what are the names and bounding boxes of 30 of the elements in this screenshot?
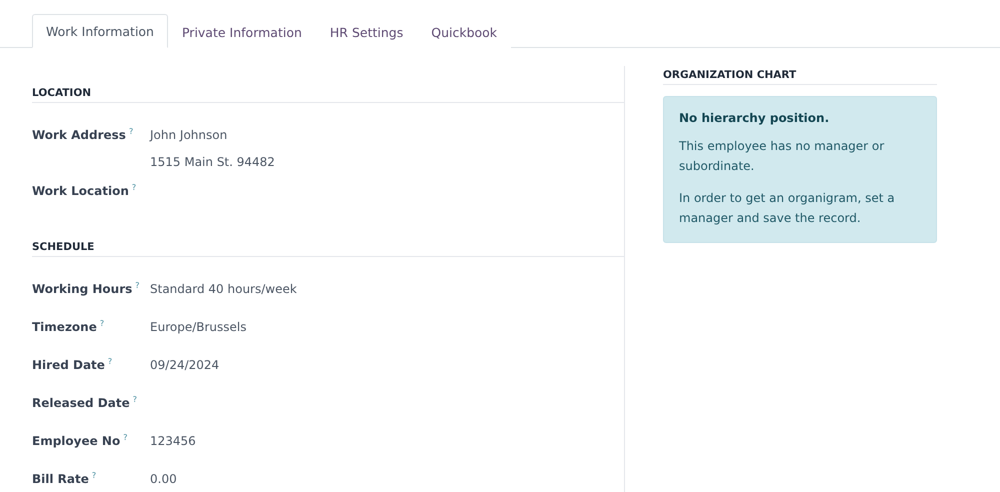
help-mark[interactable]: ? [132,395,137,404]
section-heading: ORGANIZATION CHART [663,67,937,85]
help-mark[interactable]: ? [135,281,140,290]
help-mark[interactable]: ? [123,433,128,442]
section-heading: LOCATION [32,85,624,103]
tab[interactable]: Work Information [32,14,168,48]
field-value: 09/24/2024 [150,358,220,372]
help-mark[interactable]: ? [108,357,112,366]
field-label: Work Location $^{?}$ [32,182,138,198]
field-label: Work Address $^{?}$ [32,126,134,142]
field-label: Timezone $^{?}$ [32,318,106,334]
alert-text: In order to get an organigram, set a manager and save the record. [679,190,896,227]
field-label: Released Date $^{?}$ [32,394,138,410]
help-mark[interactable]: ? [128,127,134,136]
field-label: Bill Rate $^{?}$ [32,470,98,486]
help-mark[interactable]: ? [92,471,96,480]
alert-text: This employee has no manager or subordinate. [679,138,886,175]
section-heading: SCHEDULE [32,239,624,257]
field-value: Europe/Brussels [150,320,246,334]
field-value: 123456 [150,434,196,448]
field-value: 0.00 [150,472,177,486]
alert-title: No hierarchy position. [679,111,830,125]
help-mark[interactable]: ? [100,319,104,328]
field-value: John Johnson [150,128,228,142]
field-label: Hired Date $^{?}$ [32,356,114,372]
field-label: Working Hours $^{?}$ [32,280,141,296]
help-mark[interactable]: ? [132,183,136,192]
field-value: 1515 Main St. 94482 [150,155,275,169]
field-label: Employee No $^{?}$ [32,432,128,448]
field-value: Standard 40 hours/week [150,282,297,296]
